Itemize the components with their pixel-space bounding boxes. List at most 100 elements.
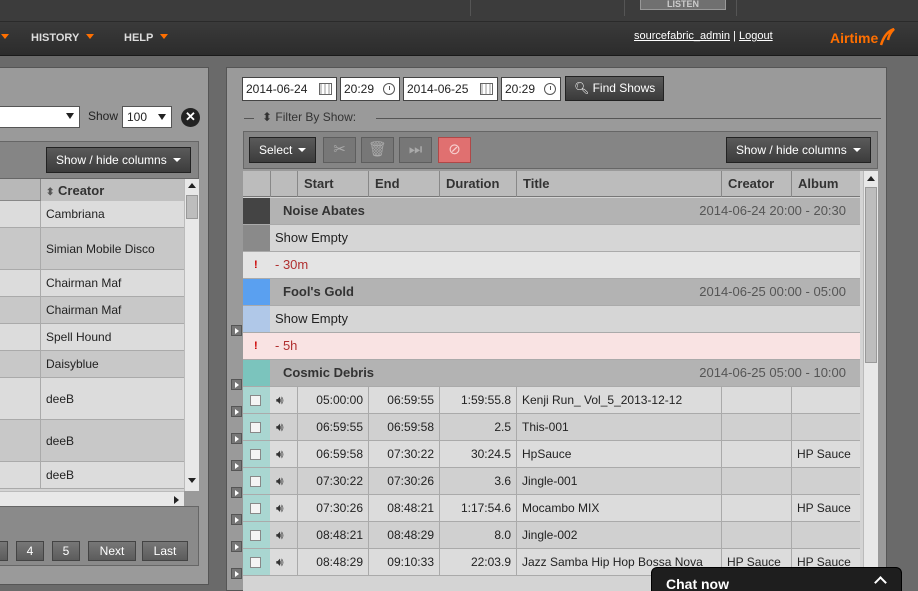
end-time-input[interactable]: 20:29 — [501, 77, 561, 101]
library-vertical-scrollbar[interactable] — [184, 179, 199, 491]
nav-item-help[interactable]: HELP — [124, 32, 169, 44]
speaker-icon[interactable]: 🔊︎ — [276, 393, 284, 408]
header-title[interactable]: Title — [516, 171, 721, 197]
scroll-up-icon[interactable] — [867, 176, 875, 181]
library-row[interactable]: Chairman Maf — [0, 297, 184, 324]
header-creator[interactable]: Creator — [721, 171, 791, 197]
filter-label: Filter By Show: — [275, 110, 357, 124]
clock-icon[interactable] — [544, 83, 556, 95]
row-checkbox[interactable] — [250, 449, 261, 460]
airtime-logo[interactable]: Airtime — [830, 28, 895, 46]
creator-column-header[interactable]: ⬍ Creator — [40, 179, 184, 201]
speaker-icon[interactable]: 🔊︎ — [276, 501, 284, 516]
row-checkbox[interactable] — [250, 557, 261, 568]
expand-arrow-icon[interactable] — [231, 568, 242, 579]
header-end[interactable]: End — [368, 171, 439, 197]
header-duration[interactable]: Duration — [439, 171, 516, 197]
track-start: 08:48:29 — [297, 549, 368, 575]
end-date-input[interactable]: 2014-06-25 — [403, 77, 498, 101]
track-row[interactable]: 🔊︎ 06:59:55 06:59:58 2.5 This-001 — [243, 414, 860, 441]
show-header-row[interactable]: Cosmic Debris 2014-06-25 05:00 - 10:00 — [243, 360, 860, 387]
library-columns-button[interactable]: Show / hide columns — [46, 147, 191, 173]
chat-now-bar[interactable]: Chat now — [651, 567, 902, 591]
speaker-icon[interactable]: 🔊︎ — [276, 420, 284, 435]
warning-icon: ! — [254, 340, 258, 352]
show-header-row[interactable]: Fool's Gold 2014-06-25 00:00 - 05:00 — [243, 279, 860, 306]
calendar-icon[interactable] — [480, 83, 493, 95]
scroll-up-icon[interactable] — [188, 183, 196, 188]
track-row[interactable]: 🔊︎ 07:30:26 08:48:21 1:17:54.6 Mocambo MIX HP… — [243, 495, 860, 522]
show-empty-row[interactable]: Show Empty — [243, 225, 860, 252]
chevron-up-icon[interactable] — [874, 576, 887, 589]
track-row[interactable]: 🔊︎ 06:59:58 07:30:22 30:24.5 HpSauce HP Sauce — [243, 441, 860, 468]
schedule-columns-label: Show / hide columns — [736, 143, 847, 157]
scroll-thumb[interactable] — [865, 187, 877, 363]
select-button[interactable]: Select — [249, 137, 317, 163]
start-time-input[interactable]: 20:29 — [340, 77, 400, 101]
cut-button[interactable]: ✂ — [323, 137, 356, 163]
track-start: 06:59:58 — [297, 441, 368, 467]
track-row[interactable]: 🔊︎ 07:30:22 07:30:26 3.6 Jingle-001 — [243, 468, 860, 495]
show-warning-row[interactable]: ! - 30m — [243, 252, 860, 279]
schedule-columns-button[interactable]: Show / hide columns — [726, 137, 871, 163]
scroll-down-icon[interactable] — [188, 478, 196, 483]
scroll-thumb[interactable] — [186, 195, 198, 219]
logout-link[interactable]: Logout — [739, 30, 773, 42]
expand-arrow-icon[interactable] — [231, 379, 242, 390]
library-row[interactable]: Daisyblue — [0, 351, 184, 378]
clock-icon[interactable] — [383, 83, 395, 95]
pager-last[interactable]: Last — [142, 541, 188, 561]
library-row[interactable]: Simian Mobile Disco — [0, 228, 184, 270]
show-warning-row[interactable]: ! - 5h — [243, 333, 860, 360]
expand-arrow-icon[interactable] — [231, 433, 242, 444]
scroll-right-icon[interactable] — [174, 496, 179, 504]
show-header-row[interactable]: Noise Abates 2014-06-24 20:00 - 20:30 — [243, 198, 860, 225]
row-checkbox[interactable] — [250, 422, 261, 433]
library-horizontal-scrollbar[interactable] — [0, 491, 184, 506]
pager-page-5[interactable]: 5 — [52, 541, 80, 561]
track-row[interactable]: 🔊︎ 08:48:21 08:48:29 8.0 Jingle-002 — [243, 522, 860, 549]
expand-arrow-icon[interactable] — [231, 325, 242, 336]
row-checkbox[interactable] — [250, 476, 261, 487]
show-empty-row[interactable]: Show Empty — [243, 306, 860, 333]
cancel-show-button[interactable]: ⊘ — [438, 137, 471, 163]
header-start[interactable]: Start — [297, 171, 368, 197]
schedule-grid-header: Start End Duration Title Creator Album — [243, 171, 860, 197]
library-row[interactable]: deeB — [0, 420, 184, 462]
delete-button[interactable]: 🗑︎ — [361, 137, 394, 163]
jump-to-current-button[interactable]: ⏭︎ — [399, 137, 432, 163]
expand-arrow-icon[interactable] — [231, 460, 242, 471]
speaker-icon[interactable]: 🔊︎ — [276, 474, 284, 489]
speaker-icon[interactable]: 🔊︎ — [276, 528, 284, 543]
pager-next[interactable]: Next — [88, 541, 136, 561]
nav-item-arrow[interactable] — [0, 32, 9, 44]
start-date-input[interactable]: 2014-06-24 — [242, 77, 337, 101]
library-row[interactable]: Chairman Maf — [0, 270, 184, 297]
library-row[interactable]: deeB — [0, 462, 184, 489]
row-checkbox[interactable] — [250, 395, 261, 406]
speaker-icon[interactable]: 🔊︎ — [276, 555, 284, 570]
schedule-vertical-scrollbar[interactable] — [863, 171, 878, 591]
speaker-icon[interactable]: 🔊︎ — [276, 447, 284, 462]
calendar-icon[interactable] — [319, 83, 332, 95]
row-checkbox[interactable] — [250, 503, 261, 514]
expand-arrow-icon[interactable] — [231, 487, 242, 498]
clear-filter-button[interactable]: ✕ — [181, 108, 200, 127]
show-count-select[interactable]: 100 — [122, 106, 172, 128]
library-type-select[interactable] — [0, 106, 80, 128]
user-link[interactable]: sourcefabric_admin — [634, 30, 730, 42]
pager-prev-page[interactable] — [0, 541, 8, 561]
library-row[interactable]: Cambriana — [0, 201, 184, 228]
library-row[interactable]: Spell Hound — [0, 324, 184, 351]
expand-arrow-icon[interactable] — [231, 541, 242, 552]
header-album[interactable]: Album — [791, 171, 860, 197]
expand-arrow-icon[interactable] — [231, 406, 242, 417]
row-checkbox[interactable] — [250, 530, 261, 541]
library-row[interactable]: deeB — [0, 378, 184, 420]
find-shows-button[interactable]: 🔍︎ Find Shows — [565, 76, 665, 101]
pager-page-4[interactable]: 4 — [16, 541, 44, 561]
expand-arrow-icon[interactable] — [231, 514, 242, 525]
track-row[interactable]: 🔊︎ 05:00:00 06:59:55 1:59:55.8 Kenji Run_ Vo… — [243, 387, 860, 414]
listen-button[interactable]: LISTEN — [640, 0, 726, 10]
nav-item-history[interactable]: HISTORY — [31, 32, 95, 44]
